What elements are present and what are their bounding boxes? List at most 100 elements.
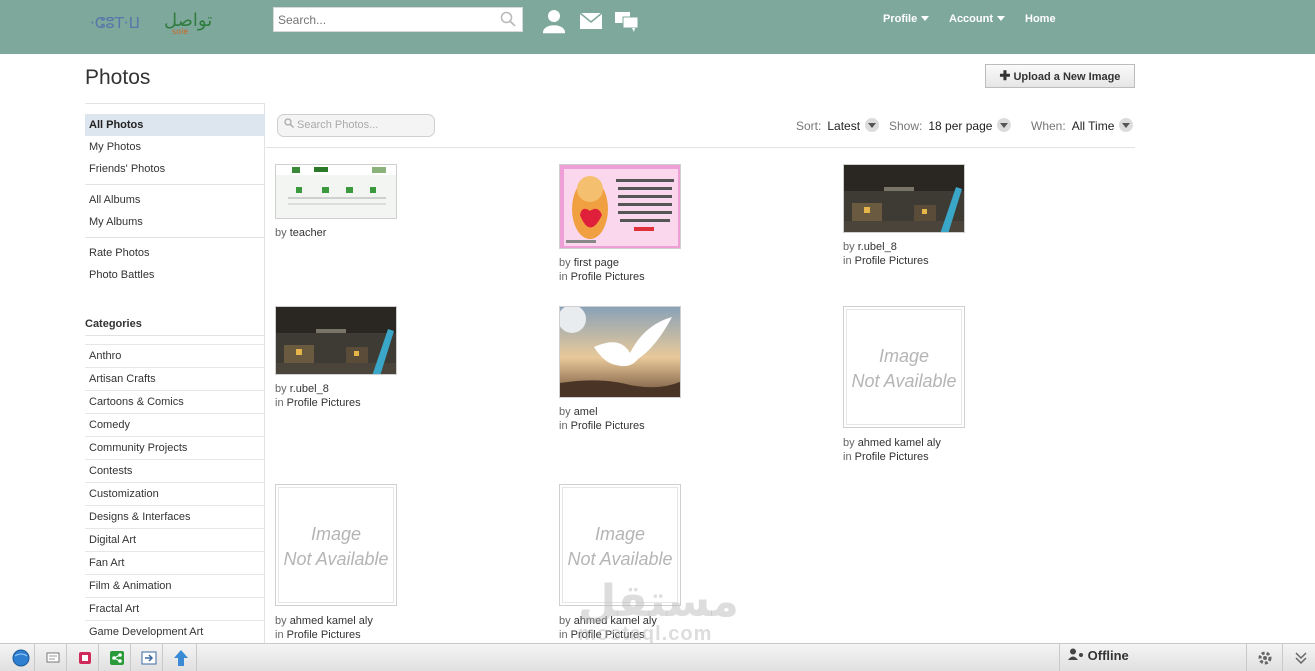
category-item[interactable]: Digital Art [85, 528, 265, 551]
photo-author-link[interactable]: ahmed kamel aly [858, 437, 941, 449]
friend-requests-icon[interactable] [541, 8, 567, 37]
photo-tile[interactable]: by first page in Profile Pictures [559, 164, 819, 284]
photo-tile[interactable]: Image Not Available by ahmed kamel aly in… [843, 306, 1103, 464]
upload-image-button[interactable]: ✚ Upload a New Image [985, 64, 1135, 88]
category-item[interactable]: Cartoons & Comics [85, 390, 265, 413]
gear-icon[interactable] [1254, 647, 1276, 669]
category-item[interactable]: Anthro [85, 344, 265, 367]
chevron-down-icon [921, 16, 930, 21]
by-prefix: by [559, 406, 571, 418]
plus-icon: ✚ [999, 68, 1011, 83]
toolbar-divider [1282, 644, 1283, 671]
sidebar-item-all-albums[interactable]: All Albums [85, 189, 265, 211]
photo-album-link[interactable]: Profile Pictures [287, 629, 361, 641]
photo-thumbnail[interactable] [843, 164, 965, 233]
site-logo[interactable]: ·ⵛⵓT·ⵡ تواصل sole [88, 8, 233, 36]
photo-tile[interactable]: by amel in Profile Pictures [559, 306, 819, 433]
photo-album-link[interactable]: Profile Pictures [287, 397, 361, 409]
toolbar-divider [196, 644, 197, 671]
toolbar-divider [34, 644, 35, 671]
category-item[interactable]: Contests [85, 459, 265, 482]
top-header: ·ⵛⵓT·ⵡ تواصل sole Profile Account Home [0, 0, 1315, 54]
when-filter[interactable]: When: All Time [1031, 118, 1134, 133]
photo-thumbnail[interactable] [275, 306, 397, 375]
collapse-icon[interactable] [1290, 647, 1312, 669]
divider [85, 184, 265, 185]
by-prefix: by [843, 241, 855, 253]
by-prefix: by [275, 227, 287, 239]
image-not-available[interactable]: Image Not Available [843, 306, 965, 428]
in-prefix: in [559, 271, 568, 283]
photo-author-link[interactable]: teacher [290, 227, 327, 239]
photo-tile[interactable]: by r.ubel_8 in Profile Pictures [275, 306, 535, 410]
sign-in-icon[interactable] [138, 647, 160, 669]
sidebar-item-friends-photos[interactable]: Friends' Photos [85, 158, 265, 180]
nav-profile[interactable]: Profile [883, 13, 930, 25]
in-prefix: in [559, 420, 568, 432]
divider [85, 335, 265, 336]
by-prefix: by [275, 615, 287, 627]
dropdown-arrow-icon[interactable] [997, 118, 1012, 132]
by-prefix: by [559, 257, 571, 269]
photo-thumbnail[interactable] [559, 164, 681, 249]
photo-album-link[interactable]: Profile Pictures [855, 255, 929, 267]
global-search[interactable] [273, 7, 523, 32]
nav-account[interactable]: Account [949, 13, 1005, 25]
globe-icon[interactable] [10, 647, 32, 669]
photo-tile[interactable]: Image Not Available by ahmed kamel aly in… [275, 484, 535, 642]
notifications-icon[interactable] [614, 11, 640, 36]
in-prefix: in [275, 629, 284, 641]
category-item[interactable]: Designs & Interfaces [85, 505, 265, 528]
stop-icon[interactable] [74, 647, 96, 669]
photo-author-link[interactable]: r.ubel_8 [290, 383, 329, 395]
photo-thumbnail[interactable] [559, 306, 681, 398]
share-icon[interactable] [106, 647, 128, 669]
image-not-available[interactable]: Image Not Available [275, 484, 397, 606]
in-prefix: in [559, 629, 568, 641]
search-input[interactable] [274, 8, 494, 31]
category-item[interactable]: Fractal Art [85, 597, 265, 620]
sidebar-item-rate-photos[interactable]: Rate Photos [85, 242, 265, 264]
show-filter[interactable]: Show: 18 per page [889, 118, 1012, 133]
category-item[interactable]: Customization [85, 482, 265, 505]
category-item[interactable]: Game Development Art [85, 620, 265, 643]
category-item[interactable]: Film & Animation [85, 574, 265, 597]
category-item[interactable]: Community Projects [85, 436, 265, 459]
chat-status[interactable]: Offline [1068, 648, 1129, 663]
photo-album-link[interactable]: Profile Pictures [855, 451, 929, 463]
search-icon[interactable] [500, 11, 516, 30]
arrow-up-icon[interactable] [170, 647, 192, 669]
user-status-icon [1068, 648, 1083, 660]
dropdown-arrow-icon[interactable] [865, 118, 880, 132]
photo-album-link[interactable]: Profile Pictures [571, 271, 645, 283]
photo-author-link[interactable]: amel [574, 406, 598, 418]
photo-tile[interactable]: by teacher [275, 164, 535, 240]
chat-icon[interactable] [42, 647, 64, 669]
category-item[interactable]: Artisan Crafts [85, 367, 265, 390]
photo-search-input[interactable]: Search Photos... [277, 114, 435, 137]
sidebar-item-my-albums[interactable]: My Albums [85, 211, 265, 233]
messages-icon[interactable] [579, 12, 603, 33]
sidebar-item-photo-battles[interactable]: Photo Battles [85, 264, 265, 286]
filter-bar: Search Photos... Sort: Latest Show: 18 per… [266, 103, 1135, 148]
sidebar-item-my-photos[interactable]: My Photos [85, 136, 265, 158]
toolbar-divider [130, 644, 131, 671]
photo-album-link[interactable]: Profile Pictures [571, 420, 645, 432]
sidebar: All Photos My Photos Friends' Photos All… [85, 103, 265, 643]
photo-author-link[interactable]: ahmed kamel aly [290, 615, 373, 627]
nav-home[interactable]: Home [1025, 13, 1056, 25]
by-prefix: by [559, 615, 571, 627]
dropdown-arrow-icon[interactable] [1119, 118, 1134, 132]
chevron-down-icon [997, 16, 1005, 21]
category-item[interactable]: Comedy [85, 413, 265, 436]
photo-tile[interactable]: by r.ubel_8 in Profile Pictures [843, 164, 1103, 268]
category-item[interactable]: Fan Art [85, 551, 265, 574]
categories-heading: Categories [85, 318, 142, 330]
sort-filter[interactable]: Sort: Latest [796, 118, 880, 133]
photo-thumbnail[interactable] [275, 164, 397, 219]
in-prefix: in [275, 397, 284, 409]
photo-gallery: Search Photos... Sort: Latest Show: 18 per… [266, 103, 1135, 643]
photo-author-link[interactable]: r.ubel_8 [858, 241, 897, 253]
photo-author-link[interactable]: first page [574, 257, 619, 269]
sidebar-item-all-photos[interactable]: All Photos [85, 114, 265, 136]
